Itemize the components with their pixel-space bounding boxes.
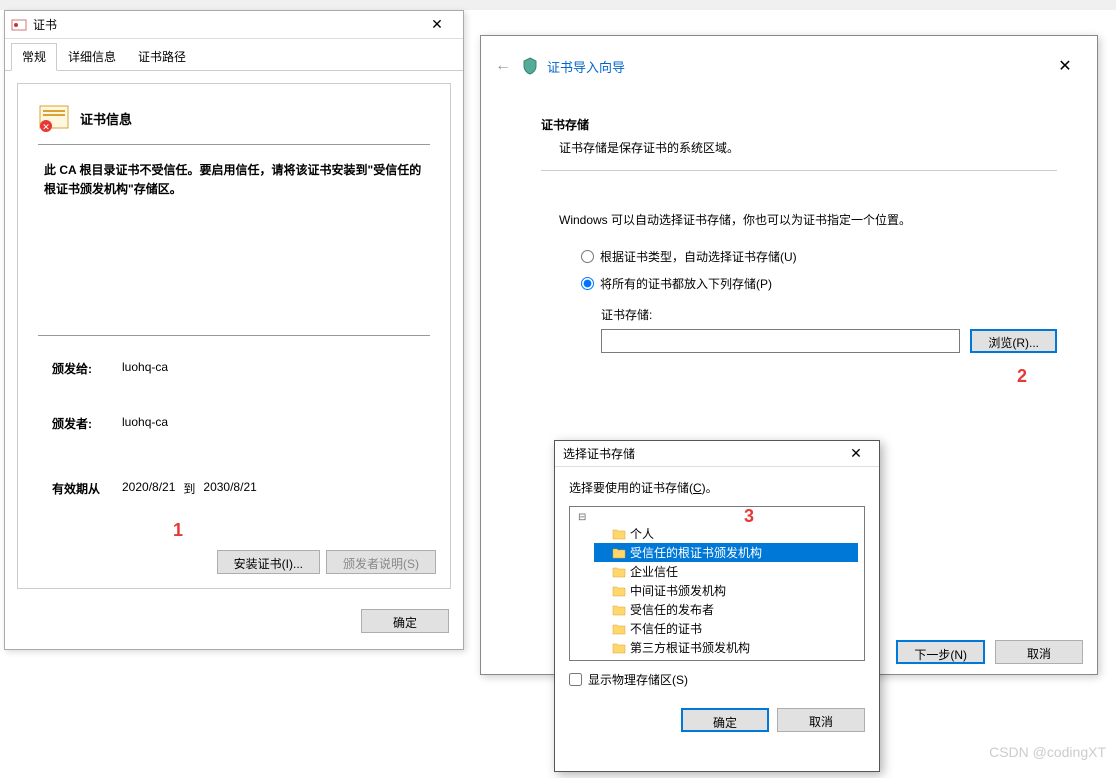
validity-to-word: 到 [183,480,195,497]
store-section-title: 证书存储 [541,116,1057,133]
tree-item[interactable]: 第三方根证书颁发机构 [594,638,858,657]
show-physical-input[interactable] [569,673,582,686]
ssd-hint-suffix: )。 [702,481,718,495]
show-physical-checkbox[interactable]: 显示物理存储区(S) [569,671,865,688]
annotation-marker-1: 1 [173,520,183,541]
radio-manual-input[interactable] [581,277,594,290]
tab-general[interactable]: 常规 [11,43,57,71]
tree-item[interactable]: 企业信任 [594,562,858,581]
tree-root[interactable]: ⊟ [576,511,858,524]
validity-from: 2020/8/21 [122,480,175,497]
tree-item-label: 企业信任 [630,563,678,580]
ssd-hint-prefix: 选择要使用的证书存储( [569,481,693,495]
show-physical-label: 显示物理存储区(S) [588,671,688,688]
install-certificate-button[interactable]: 安装证书(I)... [217,550,320,574]
back-arrow-icon[interactable]: ← [495,57,511,75]
tree-item[interactable]: 中间证书颁发机构 [594,581,858,600]
validity-to: 2030/8/21 [203,480,256,497]
ssd-cancel-button[interactable]: 取消 [777,708,865,732]
tree-children: 个人受信任的根证书颁发机构企业信任中间证书颁发机构受信任的发布者不信任的证书第三… [576,524,858,657]
radio-manual-label: 将所有的证书都放入下列存储(P) [600,275,772,292]
validity-label: 有效期从 [52,480,122,497]
tree-item-label: 第三方根证书颁发机构 [630,639,750,656]
ssd-title: 选择证书存储 [563,445,841,462]
radio-manual-select[interactable]: 将所有的证书都放入下列存储(P) [581,275,1057,292]
ssd-ok-button[interactable]: 确定 [681,708,769,732]
ssd-body: 选择要使用的证书存储(C)。 ⊟ 个人受信任的根证书颁发机构企业信任中间证书颁发… [555,467,879,700]
tree-item-label: 受信任的发布者 [630,601,714,618]
next-button[interactable]: 下一步(N) [896,640,985,664]
ssd-footer: 确定 取消 [555,700,879,740]
ssd-hint: 选择要使用的证书存储(C)。 [569,479,865,496]
tree-item[interactable]: 个人 [594,524,858,543]
radio-auto-label: 根据证书类型，自动选择证书存储(U) [600,248,797,265]
certificate-dialog: 证书 ✕ 常规 详细信息 证书路径 ✕ 证书信息 此 CA 根目录证书不受信任。… [4,10,464,650]
store-tree[interactable]: ⊟ 个人受信任的根证书颁发机构企业信任中间证书颁发机构受信任的发布者不信任的证书… [569,506,865,661]
wizard-header: ← 证书导入向导 ✕ [481,36,1097,96]
tree-item[interactable]: 受信任的根证书颁发机构 [594,543,858,562]
ssd-close-button[interactable]: ✕ [841,445,871,462]
select-store-dialog: 选择证书存储 ✕ 选择要使用的证书存储(C)。 ⊟ 个人受信任的根证书颁发机构企… [554,440,880,772]
store-row: 证书存储: 浏览(R)... [541,306,1057,353]
cancel-button[interactable]: 取消 [995,640,1083,664]
issued-to-value: luohq-ca [122,360,168,377]
cert-title: 证书 [33,16,417,33]
wizard-body: 证书存储 证书存储是保存证书的系统区域。 Windows 可以自动选择证书存储，… [481,96,1097,373]
cert-tabs: 常规 详细信息 证书路径 [5,39,463,71]
wizard-footer: 下一步(N) 取消 [896,640,1083,664]
expander-icon[interactable]: ⊟ [578,512,590,523]
tree-item-label: 不信任的证书 [630,620,702,637]
cert-actions: 安装证书(I)... 颁发者说明(S) [217,550,436,574]
wizard-shield-icon [521,57,539,75]
tree-item-label: 受信任的根证书颁发机构 [630,544,762,561]
certificate-title-icon [11,17,27,33]
cert-titlebar: 证书 ✕ [5,11,463,39]
store-hint: Windows 可以自动选择证书存储，你也可以为证书指定一个位置。 [559,211,1057,228]
cert-general-panel: ✕ 证书信息 此 CA 根目录证书不受信任。要启用信任，请将该证书安装到"受信任… [17,83,451,589]
wizard-title: 证书导入向导 [547,57,1047,76]
tree-item[interactable]: 不信任的证书 [594,619,858,638]
tab-content: ✕ 证书信息 此 CA 根目录证书不受信任。要启用信任，请将该证书安装到"受信任… [5,71,463,601]
close-button[interactable]: ✕ [417,13,457,37]
radio-auto-input[interactable] [581,250,594,263]
tree-item[interactable]: 受信任的发布者 [594,600,858,619]
browse-button[interactable]: 浏览(R)... [970,329,1057,353]
cert-details: 颁发给: luohq-ca 颁发者: luohq-ca 有效期从 2020/8/… [38,335,430,503]
watermark: CSDN @codingXT [989,744,1106,760]
issued-by-value: luohq-ca [122,415,168,432]
issued-by-label: 颁发者: [52,415,122,432]
radio-auto-select[interactable]: 根据证书类型，自动选择证书存储(U) [581,248,1057,265]
annotation-marker-3: 3 [744,506,754,527]
ssd-titlebar: 选择证书存储 ✕ [555,441,879,467]
cert-footer: 确定 [5,601,463,641]
store-label: 证书存储: [601,306,1057,323]
store-radio-group: 根据证书类型，自动选择证书存储(U) 将所有的证书都放入下列存储(P) [541,248,1057,292]
svg-text:✕: ✕ [42,122,50,132]
cert-ok-button[interactable]: 确定 [361,609,449,633]
cert-warning-text: 此 CA 根目录证书不受信任。要启用信任，请将该证书安装到"受信任的根证书颁发机… [38,145,430,215]
store-input[interactable] [601,329,960,353]
cert-info-header: ✕ 证书信息 [38,102,430,145]
tree-item-label: 中间证书颁发机构 [630,582,726,599]
ssd-hint-underline: C [693,481,702,495]
store-section-desc: 证书存储是保存证书的系统区域。 [541,139,1057,171]
tab-path[interactable]: 证书路径 [127,43,197,70]
issued-to-label: 颁发给: [52,360,122,377]
wizard-close-button[interactable]: ✕ [1047,52,1083,80]
issuer-statement-button[interactable]: 颁发者说明(S) [326,550,436,574]
certificate-warning-icon: ✕ [38,102,70,134]
tab-details[interactable]: 详细信息 [57,43,127,70]
cert-info-title: 证书信息 [80,109,132,128]
tree-item-label: 个人 [630,525,654,542]
annotation-marker-2: 2 [1017,366,1027,387]
